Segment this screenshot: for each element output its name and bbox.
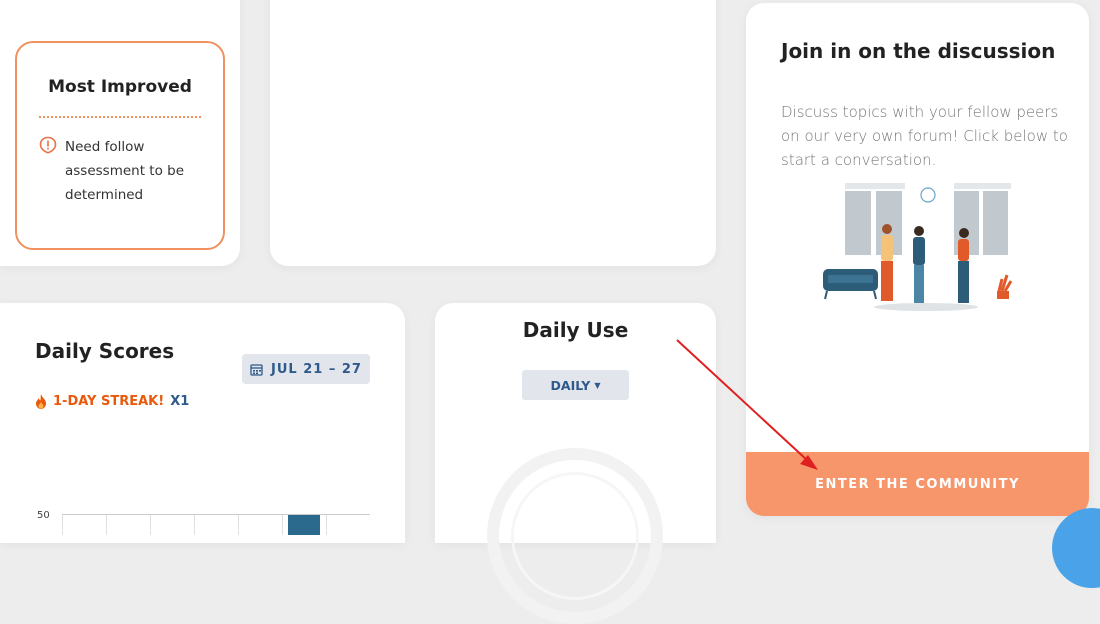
score-bar <box>288 515 320 535</box>
chat-launcher-button[interactable] <box>1052 508 1100 588</box>
y-axis-tick: 50 <box>37 510 50 521</box>
date-range-button[interactable]: JUL 21 – 27 <box>242 354 370 384</box>
streak-multiplier: X1 <box>170 394 190 409</box>
grid-line <box>282 515 283 535</box>
streak-label: 1-DAY STREAK! <box>53 394 165 409</box>
community-card: Join in on the discussion Discuss topics… <box>746 3 1089 516</box>
streak-indicator: 1-DAY STREAK! X1 <box>35 394 189 409</box>
grid-line <box>62 515 63 535</box>
daily-use-title: Daily Use <box>522 318 629 342</box>
date-range-label: JUL 21 – 27 <box>271 361 362 377</box>
community-illustration <box>823 183 1013 311</box>
usage-donut-chart <box>487 448 663 624</box>
grid-line <box>238 515 239 535</box>
grid-line <box>194 515 195 535</box>
community-description: Discuss topics with your fellow peers on… <box>781 103 1068 169</box>
grid-line <box>326 515 327 535</box>
calendar-icon <box>250 363 263 376</box>
daily-scores-title: Daily Scores <box>35 339 175 363</box>
period-dropdown-label: DAILY <box>550 377 591 393</box>
community-title: Join in on the discussion <box>781 39 1056 63</box>
daily-use-card: Daily Use DAILY ▼ <box>435 303 716 624</box>
most-improved-title: Most Improved <box>48 77 192 97</box>
fire-icon <box>36 394 46 409</box>
blank-card <box>270 0 716 266</box>
divider <box>39 116 201 118</box>
alert-icon <box>39 136 57 154</box>
donut-inner-ring <box>511 472 639 600</box>
enter-community-button[interactable]: ENTER THE COMMUNITY <box>746 452 1089 516</box>
most-improved-card: Most Improved Need follow assessment to … <box>15 41 225 250</box>
caret-down-icon: ▼ <box>594 380 601 390</box>
grid-line <box>150 515 151 535</box>
grid-line <box>106 515 107 535</box>
daily-scores-card: Daily Scores JUL 21 – 27 1-DAY STREAK! X… <box>0 303 405 543</box>
most-improved-message: Need follow assessment to be determined <box>65 139 185 203</box>
period-dropdown[interactable]: DAILY ▼ <box>522 370 629 400</box>
